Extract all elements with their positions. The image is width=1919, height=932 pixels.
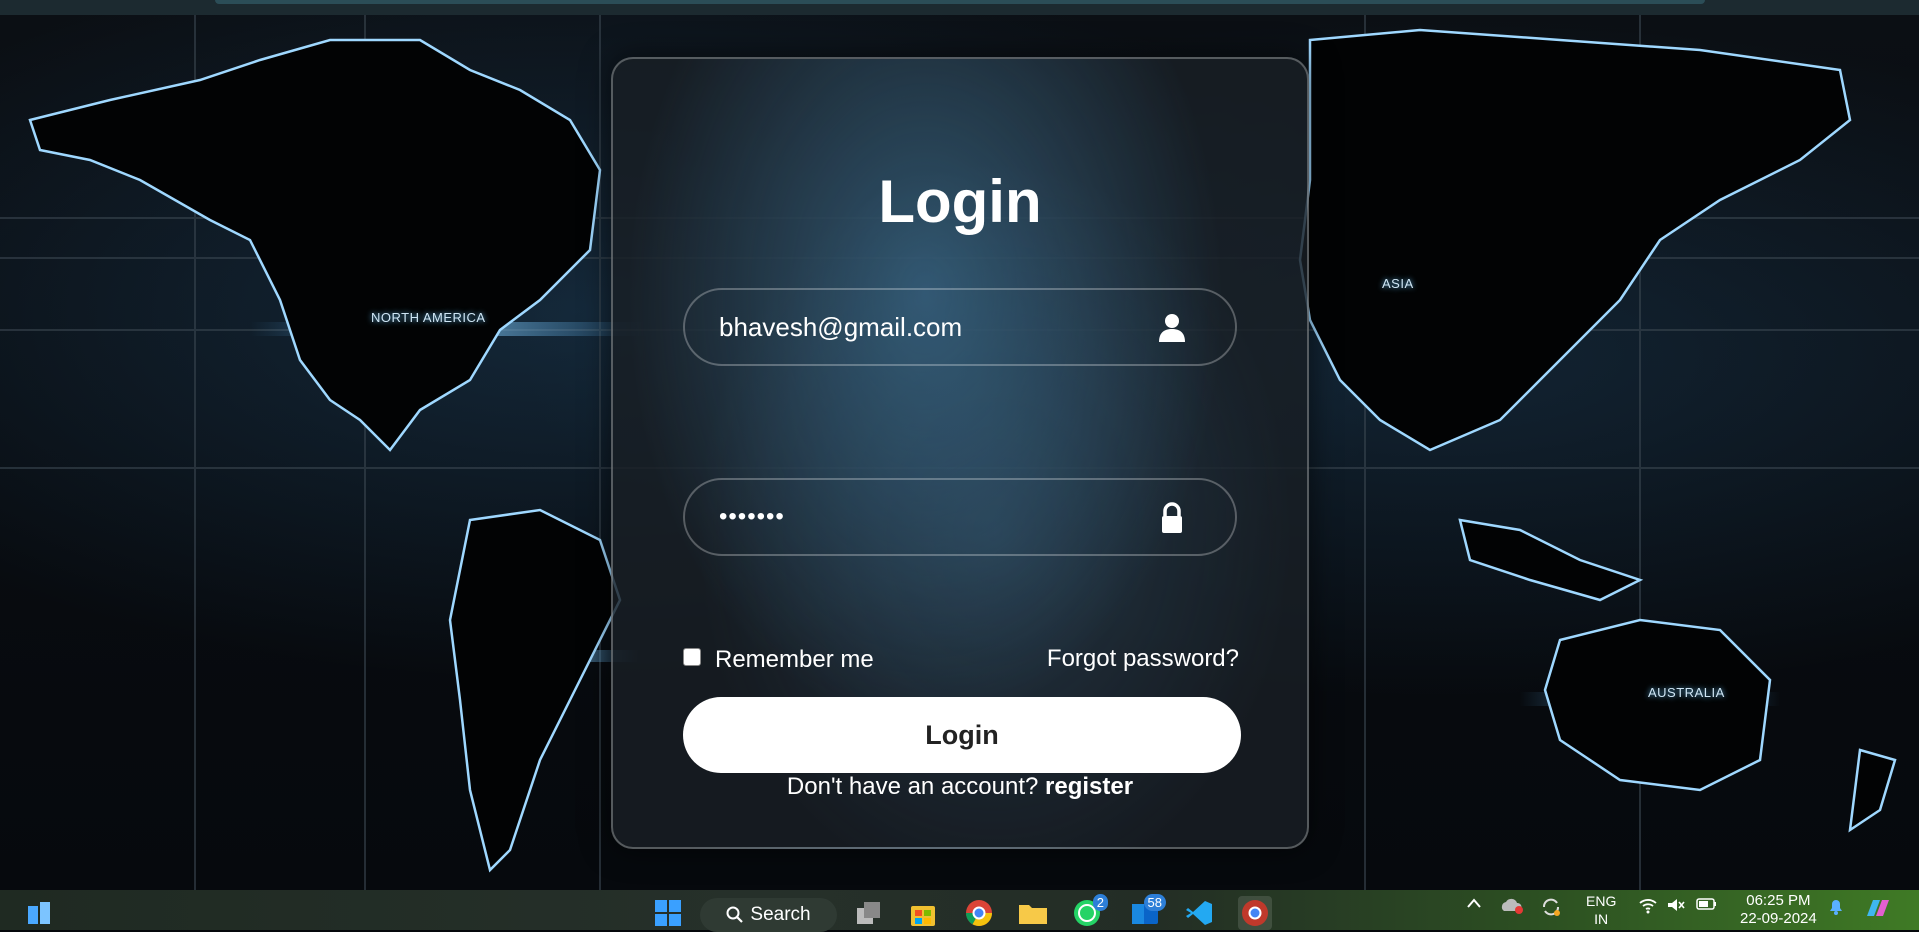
whatsapp-button[interactable]: 2	[1070, 894, 1108, 930]
checkbox-icon[interactable]	[683, 648, 701, 666]
chrome-button[interactable]	[962, 896, 996, 930]
login-button[interactable]: Login	[683, 697, 1241, 773]
language-code: ENG	[1586, 893, 1617, 909]
lock-icon	[1162, 502, 1182, 533]
search-icon	[726, 906, 744, 923]
search-label: Search	[750, 904, 811, 925]
clock-time: 06:25 PM	[1746, 892, 1811, 909]
store-icon	[911, 906, 935, 926]
copilot-button[interactable]	[1864, 896, 1892, 923]
battery-icon	[1696, 898, 1716, 910]
region-label-asia: ASIA	[1382, 276, 1414, 291]
vscode-icon	[1186, 901, 1212, 925]
password-field-wrapper	[683, 478, 1237, 556]
remember-me-checkbox[interactable]: Remember me	[683, 646, 874, 674]
whatsapp-badge: 2	[1092, 894, 1108, 911]
taskbar-search[interactable]: Search	[700, 898, 837, 932]
outlook-badge: 58	[1143, 894, 1166, 911]
signup-prompt: Don't have an account? register	[613, 773, 1307, 801]
show-hidden-icons-button[interactable]	[1466, 896, 1482, 913]
copilot-icon	[1867, 900, 1889, 916]
taskbar-clock[interactable]: 06:25 PM 22-09-2024	[1740, 892, 1817, 928]
sync-tray[interactable]	[1540, 896, 1562, 921]
password-input[interactable]	[719, 480, 1139, 554]
network-tray[interactable]	[1638, 896, 1658, 917]
store-button[interactable]	[906, 896, 940, 930]
cloud-icon	[1501, 898, 1523, 914]
file-explorer-button[interactable]	[1016, 896, 1050, 930]
region-code: IN	[1594, 911, 1609, 927]
forgot-password-link[interactable]: Forgot password?	[1047, 645, 1239, 673]
chevron-up-icon	[1467, 898, 1481, 908]
volume-tray[interactable]	[1666, 896, 1686, 917]
taskbar: Search 2 58 ENG IN 06:25 PM 22-09-2024	[0, 890, 1919, 932]
battery-tray[interactable]	[1696, 896, 1718, 915]
folder-icon	[1019, 905, 1047, 924]
email-field-wrapper	[683, 288, 1237, 366]
onedrive-tray[interactable]	[1500, 896, 1524, 917]
wifi-icon	[1639, 899, 1657, 914]
register-link[interactable]: register	[1045, 773, 1133, 800]
vscode-button[interactable]	[1182, 896, 1216, 930]
windows-icon	[655, 900, 681, 926]
login-title: Login	[878, 168, 1042, 235]
sync-icon	[1543, 898, 1560, 916]
language-indicator[interactable]: ENG IN	[1586, 892, 1616, 928]
login-form: Login Remember me Forgot password? Login…	[611, 57, 1309, 849]
widgets-icon	[28, 902, 50, 924]
volume-muted-icon	[1668, 899, 1685, 911]
chrome-dev-icon	[1242, 900, 1268, 926]
task-view-button[interactable]	[852, 896, 886, 930]
email-input[interactable]	[719, 290, 1139, 364]
chrome-dev-button[interactable]	[1238, 896, 1272, 930]
widgets-button[interactable]	[24, 896, 54, 930]
region-label-north-america: NORTH AMERICA	[371, 310, 486, 325]
outlook-button[interactable]: 58	[1128, 894, 1166, 930]
notifications-button[interactable]	[1826, 896, 1846, 919]
start-button[interactable]	[650, 896, 686, 930]
clock-date: 22-09-2024	[1740, 910, 1817, 927]
region-label-australia: AUSTRALIA	[1648, 685, 1725, 700]
bell-icon	[1830, 900, 1842, 915]
signup-prompt-text: Don't have an account?	[786, 773, 1039, 800]
task-view-icon	[857, 902, 880, 924]
chrome-icon	[965, 900, 993, 927]
remember-me-label: Remember me	[715, 646, 874, 673]
user-icon	[1159, 314, 1185, 342]
